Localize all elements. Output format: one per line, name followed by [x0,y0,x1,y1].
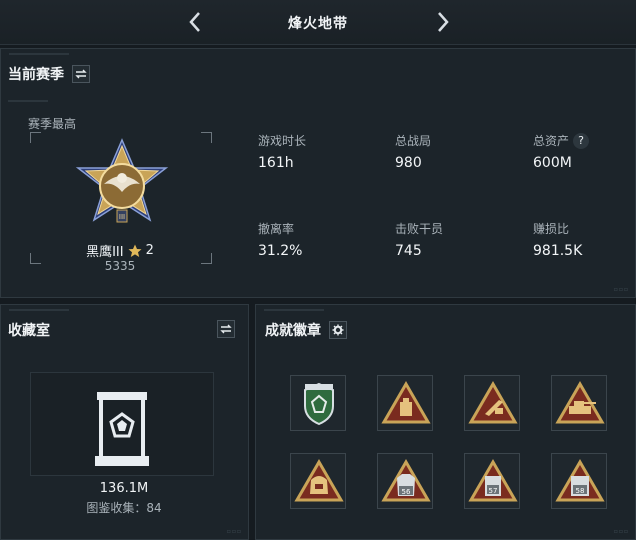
badge-number: 58 [576,487,585,495]
stat-label: 赚损比 [533,222,570,236]
stat-value: 981.5K [533,243,583,259]
display-case-icon [95,392,149,466]
stat-value: 980 [395,155,422,171]
achievement-badge[interactable] [290,453,346,509]
achievements-title: 成就徽章 [265,323,321,339]
collection-header: 收藏室 [8,320,50,340]
vehicle-triangle-badge-icon [555,381,605,424]
achievement-badge[interactable]: 57 [464,453,520,509]
achievement-badge[interactable] [551,375,607,431]
rank-points: 5335 [104,259,136,273]
achievement-badge[interactable]: 58 [551,453,607,509]
season-highest-label: 赛季最高 [28,117,77,131]
stat-value: 31.2% [258,243,303,259]
mode-title: 烽火地带 [288,16,348,32]
stat-extraction-rate: 撤离率 31.2% [258,220,302,259]
badge-number: 57 [489,487,498,495]
collection-switch-button[interactable] [217,320,235,338]
armor-57-triangle-badge-icon: 57 [468,459,518,502]
armor-58-triangle-badge-icon: 58 [555,459,605,502]
badge-number: 56 [402,488,411,496]
achievement-badge[interactable] [464,375,520,431]
stat-label: 总战局 [395,134,432,148]
stat-label: 总资产 [533,134,570,148]
rank-summary: 黑鹰III 2 [60,241,180,260]
collection-count: 图鉴收集：84 [86,501,162,515]
stat-operators-defeated: 击败干员 745 [395,220,443,259]
gear-icon [332,324,344,336]
chevron-right-icon[interactable] [430,10,454,34]
stat-value: 745 [395,243,422,259]
stat-value: 600M [533,155,572,171]
swap-icon [75,69,87,79]
achievements-settings-button[interactable] [329,321,347,339]
star-icon [128,244,142,257]
stat-play-time: 游戏时长 161h [258,132,306,171]
svg-text:III: III [119,213,125,221]
rocket-triangle-badge-icon [468,381,518,424]
bag-triangle-badge-icon [294,459,344,502]
armor-56-triangle-badge-icon: 56 [381,459,431,502]
help-icon[interactable]: ? [573,132,590,149]
stat-label-row: 总资产 ? [533,132,590,149]
black-hawk-rank-medal-icon: III [75,138,169,223]
rank-name: 黑鹰III [86,245,124,260]
swap-icon [220,324,232,334]
stat-label: 游戏时长 [258,134,307,148]
achievement-badge[interactable] [377,375,433,431]
collection-value: 136.1M [99,481,149,496]
box-triangle-badge-icon [381,381,431,424]
green-shield-badge-icon [304,382,334,426]
stat-label: 击败干员 [395,222,444,236]
stat-total-assets: 总资产 ? 600M [533,132,590,171]
season-title: 当前赛季 [8,67,64,83]
collection-title: 收藏室 [8,323,50,339]
stat-label: 撤离率 [258,222,295,236]
stat-value: 161h [258,155,294,171]
achievements-header: 成就徽章 [265,320,347,340]
achievement-badge[interactable] [290,375,346,431]
achievement-badge[interactable]: 56 [377,453,433,509]
stat-total-matches: 总战局 980 [395,132,431,171]
mode-header: 烽火地带 [0,0,636,45]
season-header: 当前赛季 [8,64,90,84]
stat-profit-loss-ratio: 赚损比 981.5K [533,220,582,259]
switch-season-button[interactable] [72,65,90,83]
rank-stars: 2 [145,243,154,258]
